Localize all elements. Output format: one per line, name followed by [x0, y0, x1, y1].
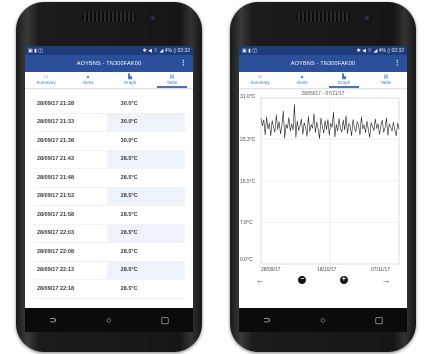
table-row: 28/09/17 21:58 28.5°C: [33, 206, 185, 225]
prev-arrow-icon[interactable]: ←: [256, 275, 265, 285]
app-title: AOYBNS - TN300FAK00: [290, 60, 356, 67]
row-temp: 28.5°C: [120, 248, 138, 255]
back-icon[interactable]: ⊃: [43, 315, 63, 326]
table-row: 28/09/17 21:28 30.0°C: [33, 95, 185, 114]
table-row: 28/09/17 21:48 28.5°C: [33, 169, 185, 188]
table-row: 28/09/17 21:38 30.0°C: [33, 132, 185, 151]
app-title: AOYBNS - TN300FAK00: [76, 60, 142, 67]
y-tick-label: 31.0°C: [240, 94, 256, 100]
tab-label: Graph: [123, 80, 137, 85]
row-temp: 28.5°C: [120, 285, 138, 292]
system-nav-bar: ⊃ ○ ▢: [25, 308, 193, 332]
status-right-text: ✱ ◀ ⌔ ◢ 4% ▯ 02:32: [356, 47, 404, 54]
system-nav-bar: ⊃ ○ ▢: [239, 308, 407, 332]
temperature-chart[interactable]: 28/09/17 - 07/11/17 31.0°C 23.3°C 15.5°C…: [239, 89, 407, 308]
tab-label: Alerts: [296, 80, 308, 85]
next-arrow-icon[interactable]: →: [381, 275, 390, 285]
tab-label: Alerts: [82, 80, 94, 85]
row-time: 28/09/17 21:48: [37, 174, 75, 181]
y-tick-label: 23.3°C: [240, 137, 256, 143]
status-bar: ▣ ▮ ◫ ✱ ◀ ⌔ ◢ 4% ▯ 02:32: [239, 46, 407, 55]
screen-graph: ▣ ▮ ◫ ✱ ◀ ⌔ ◢ 4% ▯ 02:32 AOYBNS - TN300F…: [239, 46, 407, 308]
tab-bar: ▭ Summary ▲ Alerts ▙ Graph ▤ Table: [239, 72, 407, 89]
row-time: 28/09/17 22:08: [37, 248, 75, 255]
tab-table[interactable]: ▤ Table: [365, 72, 407, 88]
home-icon[interactable]: ○: [99, 315, 119, 325]
row-temp: 28.5°C: [106, 150, 185, 168]
zoom-in-icon[interactable]: +: [339, 276, 348, 284]
tab-label: Table: [166, 80, 178, 85]
y-tick-label: 15.5°C: [240, 179, 256, 185]
status-right-text: ✱ ◀ ⌔ ◢ 4% ▯ 02:32: [142, 47, 190, 54]
row-temp: 28.5°C: [120, 174, 138, 181]
zoom-out-icon[interactable]: −: [298, 276, 307, 284]
row-temp: 30.0°C: [106, 113, 185, 131]
app-bar: AOYBNS - TN300FAK00 ⋮: [25, 55, 193, 72]
tab-label: Summary: [36, 80, 56, 85]
table-row: 28/09/17 22:13 28.5°C: [33, 261, 185, 280]
recents-icon[interactable]: ▢: [155, 315, 175, 326]
table-row: 28/09/17 21:53 28.5°C: [33, 187, 185, 206]
tab-label: Table: [380, 80, 392, 85]
row-time: 28/09/17 21:38: [37, 137, 75, 144]
row-time: 28/09/17 21:43: [37, 156, 75, 163]
home-icon[interactable]: ○: [313, 315, 333, 325]
row-time: 28/09/17 21:58: [37, 211, 75, 218]
earpiece-speaker: [82, 12, 136, 22]
table-row: 28/09/17 21:33 30.0°C: [33, 113, 185, 132]
row-time: 28/09/17 22:18: [37, 285, 75, 292]
table-row: 28/09/17 22:08 28.5°C: [33, 243, 185, 262]
row-time: 28/09/17 21:53: [37, 193, 75, 200]
tab-graph[interactable]: ▙ Graph: [109, 72, 151, 88]
table-row: 28/09/17 21:43 28.5°C: [33, 150, 185, 169]
y-tick-label: 7.8°C: [240, 220, 253, 226]
row-temp: 28.5°C: [120, 211, 138, 218]
tab-summary[interactable]: ▭ Summary: [25, 72, 67, 88]
row-time: 28/09/17 21:28: [37, 100, 75, 107]
table-row: 28/09/17 22:18 28.5°C: [33, 280, 185, 299]
phone-left: ▣ ▮ ◫ ✱ ◀ ⌔ ◢ 4% ▯ 02:32 AOYBNS - TN300F…: [16, 2, 202, 352]
graph-controls: ← − + →: [239, 273, 407, 287]
table-row: 28/09/17 22:03 28.5°C: [33, 224, 185, 243]
phone-right: ▣ ▮ ◫ ✱ ◀ ⌔ ◢ 4% ▯ 02:32 AOYBNS - TN300F…: [230, 2, 416, 352]
tab-summary[interactable]: ▭ Summary: [239, 72, 281, 88]
row-temp: 30.0°C: [120, 100, 138, 107]
row-temp: 28.5°C: [106, 224, 185, 242]
tab-table[interactable]: ▤ Table: [151, 72, 193, 88]
screen-table: ▣ ▮ ◫ ✱ ◀ ⌔ ◢ 4% ▯ 02:32 AOYBNS - TN300F…: [25, 46, 193, 308]
tab-graph[interactable]: ▙ Graph: [323, 72, 365, 88]
row-time: 28/09/17 21:33: [37, 119, 75, 126]
y-tick-label: 0.0°C: [240, 257, 253, 263]
app-bar: AOYBNS - TN300FAK00 ⋮: [239, 55, 407, 72]
row-time: 28/09/17 22:13: [37, 267, 75, 274]
overflow-menu-icon[interactable]: ⋮: [180, 59, 187, 67]
row-time: 28/09/17 22:03: [37, 230, 75, 237]
tab-alerts[interactable]: ▲ Alerts: [281, 72, 323, 88]
status-bar: ▣ ▮ ◫ ✱ ◀ ⌔ ◢ 4% ▯ 02:32: [25, 46, 193, 55]
reading-table: 28/09/17 21:28 30.0°C 28/09/17 21:33 30.0°…: [25, 89, 193, 299]
overflow-menu-icon[interactable]: ⋮: [394, 59, 401, 67]
front-camera: [364, 15, 371, 22]
tab-label: Graph: [337, 80, 351, 85]
back-icon[interactable]: ⊃: [257, 315, 277, 326]
earpiece-speaker: [296, 12, 350, 22]
status-left-icons: ▣ ▮ ◫: [28, 47, 43, 54]
tab-alerts[interactable]: ▲ Alerts: [67, 72, 109, 88]
row-temp: 30.0°C: [120, 137, 138, 144]
status-left-icons: ▣ ▮ ◫: [242, 47, 257, 54]
tab-bar: ▭ Summary ▲ Alerts ▙ Graph ▤ Table: [25, 72, 193, 89]
tab-label: Summary: [250, 80, 270, 85]
front-camera: [150, 15, 157, 22]
row-temp: 28.5°C: [106, 261, 185, 279]
recents-icon[interactable]: ▢: [369, 315, 389, 326]
row-temp: 28.5°C: [106, 187, 185, 205]
